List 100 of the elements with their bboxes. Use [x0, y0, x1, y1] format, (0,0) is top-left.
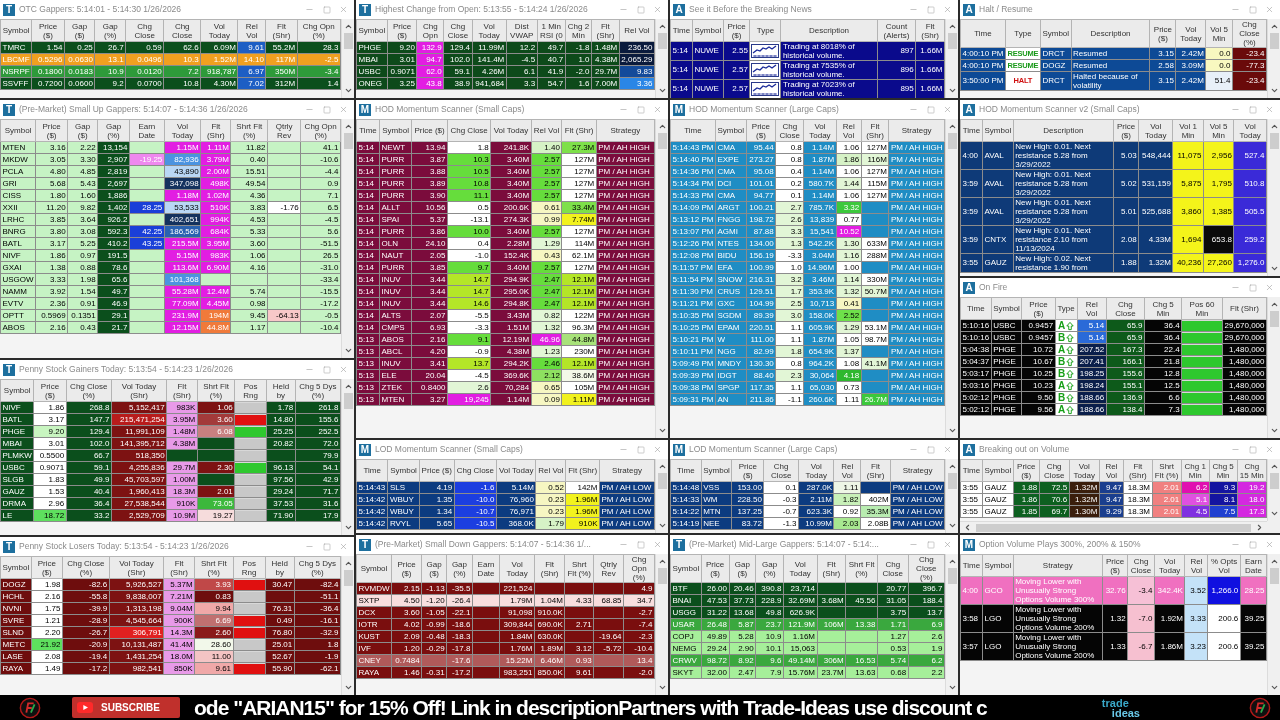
column-header[interactable]: Earn Date — [1240, 554, 1267, 577]
column-header[interactable]: Chg Close — [454, 459, 497, 482]
column-header[interactable]: Chg 5 Dys (%) — [294, 556, 341, 579]
scrollbar-thumb[interactable] — [976, 523, 1251, 532]
column-header[interactable]: Shrt Flt (%) — [194, 556, 234, 579]
column-header[interactable]: Gap ($) — [729, 554, 756, 583]
column-header[interactable]: Dist VWAP — [506, 19, 538, 42]
maximize-button[interactable] — [1246, 538, 1259, 551]
column-header[interactable]: Symbol — [670, 554, 702, 583]
column-header[interactable]: Time — [960, 459, 983, 482]
column-header[interactable]: Rel Vol — [836, 119, 862, 142]
column-header[interactable]: Price ($) — [1102, 554, 1128, 577]
column-header[interactable]: Vol Today — [472, 19, 507, 42]
column-header[interactable]: Gap ($) — [67, 119, 98, 142]
column-header[interactable]: Price ($) — [1013, 459, 1040, 482]
scrollbar-thumb[interactable] — [1269, 473, 1279, 489]
column-header[interactable]: Symbol — [701, 459, 732, 482]
column-header[interactable]: Rel Vol — [535, 459, 566, 482]
maximize-button[interactable] — [320, 103, 333, 116]
column-header[interactable]: Symbol — [0, 119, 36, 142]
column-header[interactable]: Chg Opn (%) — [623, 554, 655, 583]
maximize-button[interactable] — [924, 3, 937, 16]
maximize-button[interactable] — [924, 538, 937, 551]
vertical-scrollbar[interactable] — [1267, 554, 1280, 695]
vertical-scrollbar[interactable] — [1267, 19, 1280, 98]
column-header[interactable]: Vol Today — [499, 554, 535, 583]
scroll-down-icon[interactable] — [343, 683, 353, 692]
column-header[interactable]: Flt (Shr) — [861, 119, 889, 142]
column-header[interactable]: Chg Close — [763, 459, 799, 482]
vertical-scrollbar[interactable] — [945, 19, 958, 98]
column-header[interactable]: Rel Vol — [1184, 554, 1208, 577]
column-header[interactable]: Flt (Shr) — [166, 379, 198, 402]
column-header[interactable]: Chg 1 Min — [1181, 459, 1210, 482]
scrollbar-thumb[interactable] — [947, 568, 957, 584]
column-header[interactable]: Chg Close (%) — [66, 379, 112, 402]
scroll-down-icon[interactable] — [1269, 86, 1279, 95]
scroll-down-icon[interactable] — [657, 683, 667, 692]
column-header[interactable]: Description — [1071, 19, 1150, 48]
column-header[interactable]: Time — [670, 119, 716, 142]
scroll-up-icon[interactable] — [343, 559, 353, 568]
column-header[interactable]: Flt (Shr) — [860, 459, 891, 482]
column-header[interactable]: Vol Today — [1154, 554, 1185, 577]
column-header[interactable]: Time — [960, 297, 992, 320]
column-header[interactable]: Gap (%) — [97, 119, 130, 142]
column-header[interactable]: Vol Today — [164, 119, 201, 142]
column-header[interactable]: Symbol — [982, 459, 1014, 482]
scroll-right-icon[interactable] — [1255, 523, 1264, 532]
column-header[interactable]: Chg 2 Min — [565, 19, 592, 42]
column-header[interactable]: Vol Today — [798, 459, 834, 482]
column-header[interactable]: Price ($) — [387, 19, 417, 42]
maximize-button[interactable] — [1246, 103, 1259, 116]
scroll-down-icon[interactable] — [947, 521, 957, 530]
scrollbar-thumb[interactable] — [947, 133, 957, 149]
column-header[interactable]: Strategy — [599, 459, 655, 482]
column-header[interactable]: Time — [356, 119, 380, 142]
column-header[interactable]: Flt (Shr) — [1222, 297, 1267, 320]
column-header[interactable]: Shrt Flt (%) — [845, 554, 878, 583]
maximize-button[interactable] — [634, 443, 647, 456]
column-header[interactable]: Flt (Shr) — [534, 554, 565, 583]
column-header[interactable]: Vol 1 Min — [1172, 119, 1204, 142]
column-header[interactable]: Price ($) — [419, 459, 455, 482]
column-header[interactable]: Price ($) — [391, 554, 422, 583]
column-header[interactable]: Rel Vol — [619, 19, 655, 42]
column-header[interactable]: Gap (%) — [446, 554, 473, 583]
scroll-up-icon[interactable] — [1269, 22, 1279, 31]
column-header[interactable]: Price ($) — [411, 119, 448, 142]
column-header[interactable]: Chg Close (%) — [1232, 19, 1267, 48]
column-header[interactable]: Chg Opn — [416, 19, 444, 42]
column-header[interactable]: Chg Opn (%) — [297, 19, 341, 42]
scroll-down-icon[interactable] — [947, 86, 957, 95]
column-header[interactable]: Chg Close — [163, 19, 201, 42]
vertical-scrollbar[interactable] — [655, 459, 668, 533]
maximize-button[interactable] — [924, 443, 937, 456]
column-header[interactable]: Vol Today — [1138, 119, 1173, 142]
column-header[interactable]: Type — [749, 19, 781, 42]
column-header[interactable]: Shrt Flt (%) — [564, 554, 594, 583]
column-header[interactable]: Flt (Shr) — [565, 459, 600, 482]
column-header[interactable]: Vol Today — [490, 119, 532, 142]
maximize-button[interactable] — [320, 3, 333, 16]
scroll-up-icon[interactable] — [657, 22, 667, 31]
scroll-up-icon[interactable] — [657, 462, 667, 471]
scrollbar-thumb[interactable] — [657, 568, 667, 584]
maximize-button[interactable] — [924, 103, 937, 116]
vertical-scrollbar[interactable] — [341, 379, 354, 535]
column-header[interactable]: Chg Close — [775, 119, 804, 142]
column-header[interactable]: Symbol — [982, 554, 1014, 577]
column-header[interactable]: Description — [1013, 119, 1114, 142]
column-header[interactable]: Chg Close — [443, 19, 473, 42]
column-header[interactable]: Vol Today — [803, 119, 837, 142]
scrollbar-thumb[interactable] — [947, 33, 957, 49]
column-header[interactable]: Chg Opn (%) — [300, 119, 341, 142]
column-header[interactable]: % Opts Vol — [1207, 554, 1241, 577]
column-header[interactable]: Gap ($) — [64, 19, 95, 42]
column-header[interactable]: Time — [960, 554, 983, 577]
column-header[interactable]: Gap (%) — [755, 554, 784, 583]
scroll-down-icon[interactable] — [657, 86, 667, 95]
scroll-down-icon[interactable] — [947, 683, 957, 692]
column-header[interactable]: 1 Min RSI (0 — [537, 19, 566, 42]
scroll-up-icon[interactable] — [343, 122, 353, 131]
column-header[interactable]: Symbol — [692, 19, 724, 42]
